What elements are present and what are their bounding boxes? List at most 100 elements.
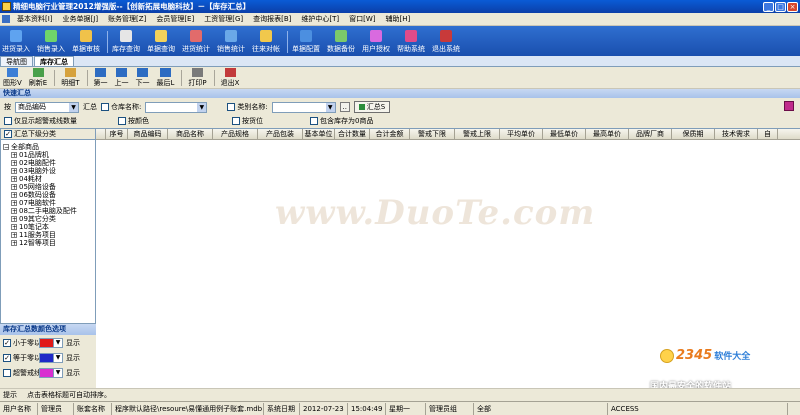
chevron-down-icon[interactable]: ▼ [54, 368, 62, 377]
expand-icon[interactable]: + [11, 160, 17, 167]
column-header[interactable]: 警戒上限 [455, 129, 500, 139]
backup-button[interactable]: 数据备份 [327, 30, 355, 56]
doc-audit-button[interactable]: 单据审核 [72, 30, 100, 56]
book-icon[interactable] [784, 101, 794, 111]
menu-maintenance[interactable]: 维护中心[T] [296, 14, 344, 24]
reconcile-button[interactable]: 往来对帐 [252, 30, 280, 56]
only-over-alarm-checkbox[interactable] [4, 117, 12, 125]
sales-stats-button[interactable]: 销售统计 [217, 30, 245, 56]
expand-icon[interactable]: + [11, 224, 17, 231]
over-alarm-checkbox[interactable] [3, 368, 11, 377]
expand-icon[interactable]: + [11, 200, 17, 207]
exit-button[interactable]: 退出X [221, 67, 239, 88]
help-system-button[interactable]: 帮助系统 [397, 30, 425, 56]
minimize-button[interactable]: _ [763, 1, 774, 12]
tab-inventory-summary[interactable]: 库存汇总 [34, 56, 74, 66]
expand-icon[interactable]: + [11, 152, 17, 159]
column-header[interactable]: 基本单位 [303, 129, 335, 139]
exit-system-button[interactable]: 退出系统 [432, 30, 460, 56]
stock-in-button[interactable]: 进货录入 [2, 30, 30, 56]
expand-icon[interactable]: + [11, 184, 17, 191]
menu-business-docs[interactable]: 业务单据[J] [58, 14, 104, 24]
expand-icon[interactable]: + [11, 208, 17, 215]
menu-basic-data[interactable]: 基本资料[I] [12, 14, 58, 24]
equal-zero-checkbox[interactable]: ✓ [3, 353, 11, 362]
expand-icon[interactable]: + [11, 232, 17, 239]
menu-window[interactable]: 窗口[W] [344, 14, 380, 24]
menu-help[interactable]: 辅助[H] [381, 14, 416, 24]
maximize-button[interactable]: □ [775, 1, 786, 12]
next-button[interactable]: 下一 [136, 67, 150, 88]
include-zero-checkbox[interactable] [310, 117, 318, 125]
last-button[interactable]: 最后L [157, 67, 174, 88]
column-header[interactable]: 品牌厂商 [629, 129, 672, 139]
chart-button[interactable]: 图形V [3, 67, 22, 88]
column-header[interactable]: 最高单价 [586, 129, 629, 139]
close-button[interactable]: × [787, 1, 798, 12]
less-than-zero-row: ✓ 小于零以 ▼ 显示 [0, 335, 96, 350]
toolbar-label: 往来对帐 [252, 45, 280, 53]
column-header[interactable]: 自 [758, 129, 778, 139]
stock-query-button[interactable]: 库存查询 [112, 30, 140, 56]
less-than-zero-checkbox[interactable]: ✓ [3, 338, 11, 347]
warehouse-checkbox[interactable] [101, 103, 109, 111]
chevron-down-icon[interactable]: ▼ [54, 338, 62, 347]
toolbar-separator [181, 69, 183, 86]
column-header[interactable]: 商品名称 [168, 129, 213, 139]
column-header[interactable]: 警戒下限 [410, 129, 455, 139]
warehouse-select[interactable]: ▼ [145, 101, 208, 113]
column-header[interactable]: 技术需求 [715, 129, 758, 139]
doc-query-icon [155, 30, 167, 42]
chevron-down-icon[interactable]: ▼ [69, 102, 78, 112]
menu-members[interactable]: 会员管理[E] [151, 14, 199, 24]
menu-payroll[interactable]: 工资管理[G] [199, 14, 248, 24]
column-header[interactable]: 合计金额 [370, 129, 410, 139]
first-button[interactable]: 第一 [93, 67, 108, 88]
by-color-checkbox[interactable] [118, 117, 126, 125]
sales-stats-icon [225, 30, 237, 42]
summary-button[interactable]: 汇总S [353, 101, 391, 113]
tree-item[interactable]: +03电脑外设 [3, 167, 93, 175]
column-header[interactable]: 合计数量 [335, 129, 370, 139]
by-slot-checkbox[interactable] [232, 117, 240, 125]
column-header[interactable]: 平均单价 [500, 129, 543, 139]
detail-button[interactable]: 明细T [61, 67, 80, 88]
refresh-button[interactable]: 刷新E [29, 67, 47, 88]
column-header[interactable]: 产品规格 [213, 129, 258, 139]
collapse-icon[interactable]: − [3, 144, 9, 151]
purchase-stats-button[interactable]: 进货统计 [182, 30, 210, 56]
doc-config-button[interactable]: 单据配置 [292, 30, 320, 56]
expand-icon[interactable]: + [11, 216, 17, 223]
tree-item[interactable]: +12智等项目 [3, 239, 93, 247]
tab-navigation[interactable]: 导航图 [0, 56, 33, 66]
over-alarm-color-select[interactable]: ▼ [39, 367, 63, 378]
toolbar-label: 销售统计 [217, 45, 245, 53]
menu-reports[interactable]: 查询报表[B] [248, 14, 296, 24]
category-browse-button[interactable]: .. [339, 102, 350, 112]
expand-icon[interactable]: + [11, 240, 17, 247]
chevron-down-icon[interactable]: ▼ [54, 353, 62, 362]
equal-zero-color-select[interactable]: ▼ [39, 352, 63, 363]
summary-by-select[interactable]: 商品编码 ▼ [15, 101, 79, 113]
category-checkbox[interactable] [227, 103, 236, 111]
category-select[interactable]: ▼ [271, 101, 336, 113]
prev-button[interactable]: 上一 [115, 67, 129, 88]
doc-query-button[interactable]: 单据查询 [147, 30, 175, 56]
subcategory-summary-checkbox[interactable]: ✓ [4, 130, 12, 138]
expand-icon[interactable]: + [11, 176, 17, 183]
print-button[interactable]: 打印P [188, 67, 207, 88]
menu-accounts[interactable]: 账务管理[Z] [103, 14, 151, 24]
expand-icon[interactable]: + [11, 192, 17, 199]
toolbar-label: 第一 [93, 78, 108, 87]
column-header[interactable]: 商品编码 [128, 129, 168, 139]
less-than-zero-color-select[interactable]: ▼ [39, 337, 63, 348]
column-header[interactable]: 序号 [106, 129, 128, 139]
sales-entry-button[interactable]: 销售录入 [37, 30, 65, 56]
chevron-down-icon[interactable]: ▼ [197, 102, 207, 112]
chevron-down-icon[interactable]: ▼ [325, 102, 335, 112]
user-auth-button[interactable]: 用户授权 [362, 30, 390, 56]
expand-icon[interactable]: + [11, 168, 17, 175]
column-header[interactable]: 产品包装 [258, 129, 303, 139]
column-header[interactable]: 最低单价 [543, 129, 586, 139]
column-header[interactable]: 保质期 [672, 129, 715, 139]
